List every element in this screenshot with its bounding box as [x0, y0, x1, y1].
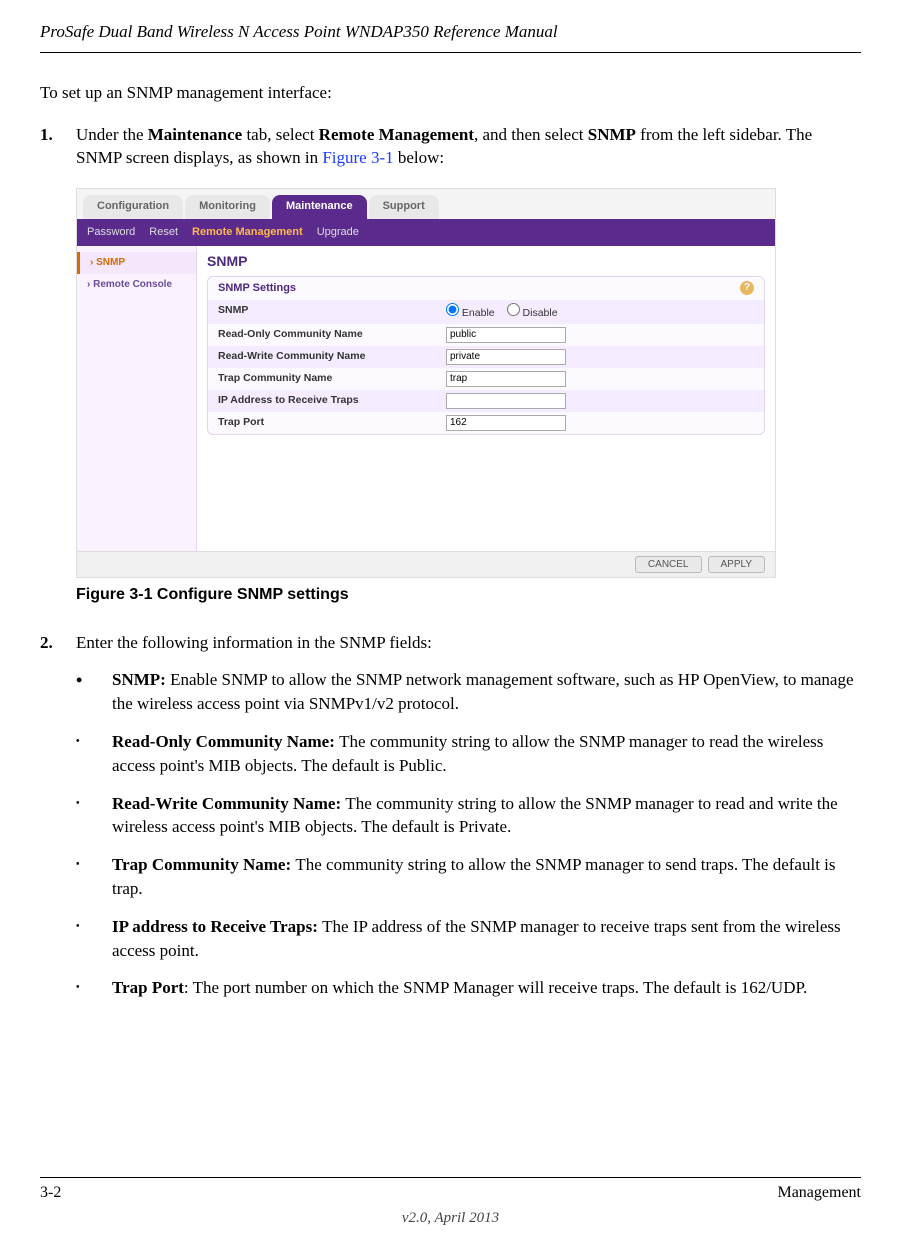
figure-caption: Figure 3-1 Configure SNMP settings [76, 584, 861, 606]
sub-password[interactable]: Password [87, 225, 135, 240]
ip-input[interactable] [446, 393, 566, 409]
sub-tabs: Password Reset Remote Management Upgrade [77, 219, 775, 246]
tab-configuration[interactable]: Configuration [83, 195, 183, 218]
radio-enable[interactable]: Enable [446, 303, 495, 321]
bullet-ro: • Read-Only Community Name: The communit… [76, 730, 861, 778]
sidebar: › SNMP › Remote Console [77, 246, 197, 556]
section-name: Management [777, 1182, 861, 1204]
ro-input[interactable] [446, 327, 566, 343]
bullet-snmp: • SNMP: Enable SNMP to allow the SNMP ne… [76, 668, 861, 716]
snmp-enable-label: SNMP [218, 303, 438, 321]
panel-title: SNMP [207, 252, 765, 272]
s1-link: Figure 3-1 [322, 148, 393, 167]
tab-monitoring[interactable]: Monitoring [185, 195, 270, 218]
rw-label: Read-Write Community Name [218, 349, 438, 365]
tab-support[interactable]: Support [369, 195, 439, 218]
manual-header: ProSafe Dual Band Wireless N Access Poin… [40, 20, 861, 53]
b5-bold: Trap Port [112, 978, 184, 997]
figure-3-1: Configuration Monitoring Maintenance Sup… [76, 188, 861, 578]
sidebar-remote-label: Remote Console [93, 279, 172, 290]
b1-bold: Read-Only Community Name: [112, 732, 339, 751]
trap-input[interactable] [446, 371, 566, 387]
tab-maintenance[interactable]: Maintenance [272, 195, 367, 218]
b4-bold: IP address to Receive Traps: [112, 917, 322, 936]
top-tabs: Configuration Monitoring Maintenance Sup… [77, 189, 775, 218]
bullet-port: • Trap Port: The port number on which th… [76, 976, 861, 1000]
sub-remote-management[interactable]: Remote Management [192, 225, 303, 240]
step-2-num: 2. [40, 631, 76, 655]
ip-label: IP Address to Receive Traps [218, 393, 438, 409]
sidebar-item-snmp[interactable]: › SNMP [77, 252, 196, 274]
b3-bold: Trap Community Name: [112, 855, 295, 874]
s1-b2: Remote Management [319, 125, 474, 144]
version-text: v2.0, April 2013 [40, 1208, 861, 1229]
radio-disable[interactable]: Disable [507, 303, 558, 321]
rw-input[interactable] [446, 349, 566, 365]
port-input[interactable] [446, 415, 566, 431]
s1-end: below: [394, 148, 445, 167]
bullet-rw: • Read-Write Community Name: The communi… [76, 792, 861, 840]
bullet-mark: • [76, 730, 112, 778]
sidebar-item-remote-console[interactable]: › Remote Console [77, 274, 196, 296]
content-panel: SNMP SNMP Settings ? SNMP Enable Disable [197, 246, 775, 556]
s1-b1: Maintenance [148, 125, 242, 144]
enable-text: Enable [462, 307, 495, 319]
port-label: Trap Port [218, 415, 438, 431]
cancel-button[interactable]: CANCEL [635, 556, 702, 573]
sub-upgrade[interactable]: Upgrade [317, 225, 359, 240]
b0-bold: SNMP: [112, 670, 170, 689]
bullet-mark: • [76, 853, 112, 901]
s1-b3: SNMP [588, 125, 636, 144]
disable-text: Disable [523, 307, 558, 319]
bullet-mark: • [76, 668, 112, 716]
bullet-mark: • [76, 792, 112, 840]
s1-m1: tab, select [242, 125, 318, 144]
b2-bold: Read-Write Community Name: [112, 794, 345, 813]
step-2-body: Enter the following information in the S… [76, 631, 861, 655]
step-2: 2. Enter the following information in th… [40, 631, 861, 655]
snmp-screenshot: Configuration Monitoring Maintenance Sup… [76, 188, 776, 578]
apply-button[interactable]: APPLY [708, 556, 766, 573]
step-1-body: Under the Maintenance tab, select Remote… [76, 123, 861, 171]
step-1-num: 1. [40, 123, 76, 171]
trap-label: Trap Community Name [218, 371, 438, 387]
bullet-mark: • [76, 915, 112, 963]
b0-rest: Enable SNMP to allow the SNMP network ma… [112, 670, 854, 713]
b5-rest: : The port number on which the SNMP Mana… [184, 978, 807, 997]
fieldset-legend: SNMP Settings ? [208, 277, 764, 300]
bullet-ip: • IP address to Receive Traps: The IP ad… [76, 915, 861, 963]
step-1: 1. Under the Maintenance tab, select Rem… [40, 123, 861, 171]
s1-pre: Under the [76, 125, 148, 144]
sidebar-snmp-label: SNMP [96, 257, 125, 268]
bullet-mark: • [76, 976, 112, 1000]
sub-reset[interactable]: Reset [149, 225, 178, 240]
legend-text: SNMP Settings [218, 281, 296, 296]
screenshot-footer: CANCEL APPLY [77, 551, 775, 577]
page-number: 3-2 [40, 1182, 61, 1204]
page-footer: 3-2 Management v2.0, April 2013 [40, 1177, 861, 1229]
bullet-trap: • Trap Community Name: The community str… [76, 853, 861, 901]
help-icon[interactable]: ? [740, 281, 754, 295]
snmp-fieldset: SNMP Settings ? SNMP Enable Disable [207, 276, 765, 435]
ro-label: Read-Only Community Name [218, 327, 438, 343]
intro-text: To set up an SNMP management interface: [40, 81, 861, 105]
s1-m2: , and then select [474, 125, 588, 144]
